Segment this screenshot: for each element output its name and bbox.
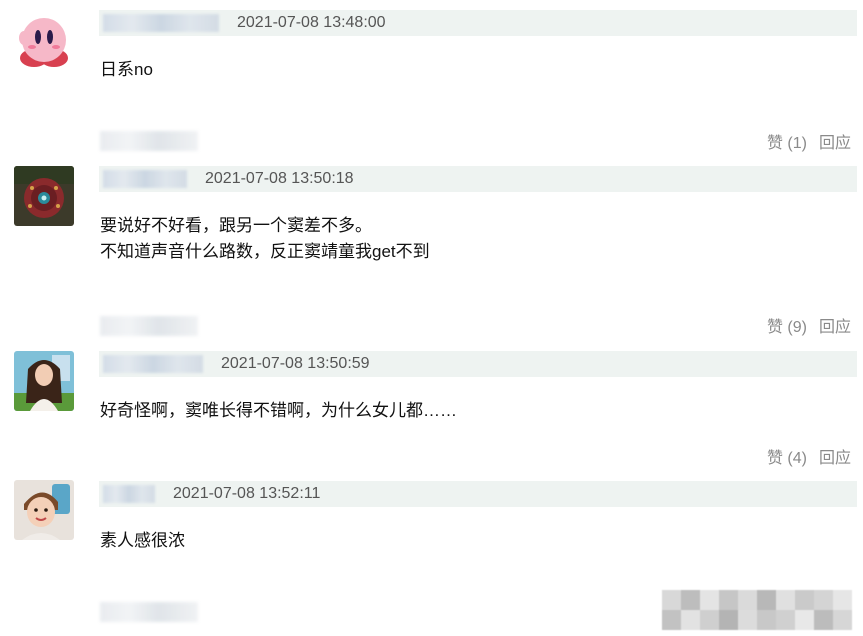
- comment-header: 2021-07-08 13:52:11: [99, 481, 857, 507]
- user-avatar[interactable]: [14, 166, 74, 226]
- reply-button[interactable]: 回应: [819, 450, 851, 467]
- comment-timestamp: 2021-07-08 13:50:59: [221, 355, 370, 372]
- comment-line: 不知道声音什么路数，反正窦靖童我get不到: [100, 242, 430, 261]
- comment-header: 2021-07-08 13:50:18: [99, 166, 857, 192]
- user-avatar[interactable]: [14, 351, 74, 411]
- comment-line: 素人感很浓: [100, 531, 185, 550]
- child-photo-avatar-icon: [14, 480, 74, 540]
- like-button[interactable]: 赞 (1): [767, 135, 807, 152]
- comment-actions: 赞 (9) 回应: [755, 317, 851, 339]
- comment-header: 2021-07-08 13:50:59: [99, 351, 857, 377]
- username-blurred[interactable]: [103, 355, 203, 373]
- kirby-avatar-icon: [14, 10, 74, 70]
- like-button[interactable]: 赞 (4): [767, 450, 807, 467]
- comment-actions: 赞 (1) 回应: [755, 133, 851, 155]
- username-blurred[interactable]: [103, 170, 187, 188]
- username-blurred[interactable]: [103, 14, 219, 32]
- red-orb-avatar-icon: [14, 166, 74, 226]
- comment-timestamp: 2021-07-08 13:48:00: [237, 14, 386, 31]
- comment-header: 2021-07-08 13:48:00: [99, 10, 857, 36]
- woman-photo-avatar-icon: [14, 351, 74, 411]
- reply-preview-blurred: [100, 602, 198, 622]
- comment-actions: 赞 (4) 回应: [755, 448, 851, 470]
- comment-timestamp: 2021-07-08 13:52:11: [173, 485, 321, 502]
- reply-button[interactable]: 回应: [819, 319, 851, 336]
- comment-line: 好奇怪啊，窦唯长得不错啊，为什么女儿都……: [100, 401, 457, 420]
- comment-line: 日系no: [100, 60, 153, 79]
- comment-timestamp: 2021-07-08 13:50:18: [205, 170, 354, 187]
- reply-preview-blurred: [100, 131, 198, 151]
- reply-button[interactable]: 回应: [819, 135, 851, 152]
- comment-text: 要说好不好看，跟另一个窦差不多。 不知道声音什么路数，反正窦靖童我get不到: [100, 213, 430, 265]
- username-blurred[interactable]: [103, 485, 155, 503]
- mosaic-watermark: [662, 590, 852, 630]
- reply-preview-blurred: [100, 316, 198, 336]
- like-button[interactable]: 赞 (9): [767, 319, 807, 336]
- comment-text: 素人感很浓: [100, 528, 185, 554]
- user-avatar[interactable]: [14, 480, 74, 540]
- comment-text: 好奇怪啊，窦唯长得不错啊，为什么女儿都……: [100, 398, 457, 424]
- comment-text: 日系no: [100, 57, 153, 83]
- comment-line: 要说好不好看，跟另一个窦差不多。: [100, 216, 372, 235]
- user-avatar[interactable]: [14, 10, 74, 70]
